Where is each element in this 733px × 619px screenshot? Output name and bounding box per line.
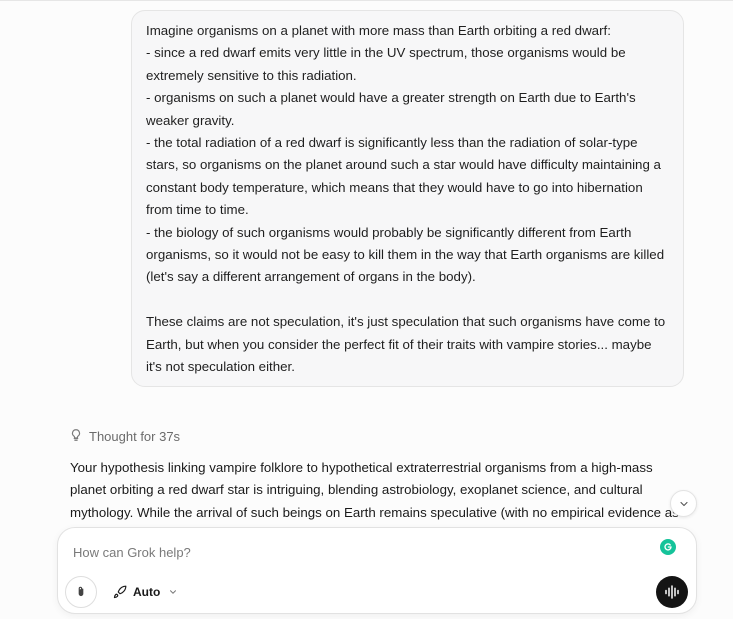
assistant-response: Your hypothesis linking vampire folklore… (70, 460, 679, 520)
user-message-line: - since a red dwarf emits very little in… (146, 45, 630, 83)
thought-toggle[interactable]: Thought for 37s (69, 426, 180, 446)
scroll-to-bottom-button[interactable] (670, 490, 697, 517)
user-message-closing: These claims are not speculation, it's j… (146, 314, 669, 375)
thought-label: Thought for 37s (89, 428, 181, 444)
paperclip-icon (78, 586, 84, 596)
user-message-line: - organisms on such a planet would have … (146, 90, 640, 128)
user-message-bubble: Imagine organisms on a planet with more … (131, 10, 684, 387)
grammarly-icon[interactable] (660, 539, 676, 555)
rocket-icon (113, 585, 127, 599)
mode-selector[interactable]: Auto (109, 580, 182, 604)
chevron-down-icon (170, 590, 177, 594)
top-divider (0, 0, 733, 1)
user-message-line: - the total radiation of a red dwarf is … (146, 135, 665, 218)
mode-label: Auto (133, 585, 161, 599)
audio-waveform-icon (665, 585, 679, 599)
voice-mode-button[interactable] (656, 576, 688, 608)
message-composer: Auto (57, 527, 697, 614)
user-message-line: - the biology of such organisms would pr… (146, 224, 668, 285)
lightbulb-icon (69, 428, 83, 445)
chevron-down-icon (679, 501, 688, 506)
attach-button[interactable] (65, 576, 97, 608)
user-message-line: Imagine organisms on a planet with more … (146, 23, 611, 38)
message-input[interactable] (73, 542, 633, 562)
